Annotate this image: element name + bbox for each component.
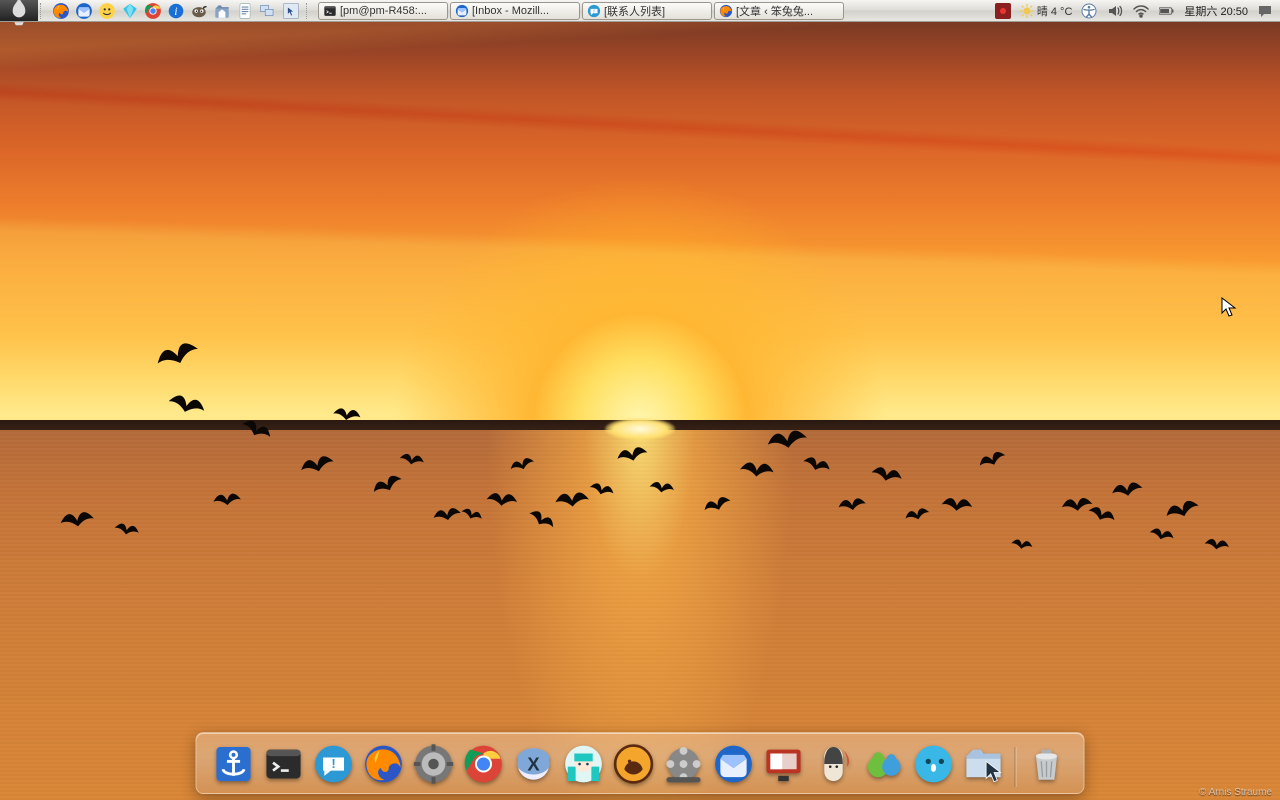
bird-silhouette — [1203, 535, 1232, 553]
bird-silhouette — [112, 519, 142, 539]
dock: !X — [196, 732, 1085, 794]
record-indicator-icon[interactable] — [994, 2, 1012, 20]
video-player-icon[interactable] — [661, 741, 707, 787]
bird-silhouette — [397, 450, 426, 469]
bird-silhouette — [1161, 494, 1203, 524]
bird-silhouette — [869, 462, 906, 487]
display-settings-icon[interactable] — [761, 741, 807, 787]
desktop-wallpaper[interactable]: © Arnis Straume — [0, 0, 1280, 800]
bird-silhouette — [368, 469, 406, 500]
bird-silhouette — [700, 491, 734, 517]
svg-text:!: ! — [331, 756, 335, 771]
bird-silhouette — [800, 452, 834, 477]
xchat-icon[interactable]: X — [511, 741, 557, 787]
pointer-tool-icon[interactable] — [280, 1, 302, 21]
terminal-icon[interactable] — [261, 741, 307, 787]
bird-silhouette — [331, 404, 364, 424]
bird-silhouette — [1147, 524, 1177, 545]
firefox-icon[interactable] — [50, 1, 72, 21]
miku-icon[interactable] — [561, 741, 607, 787]
bird-silhouette — [296, 450, 337, 479]
firefox-icon — [719, 4, 733, 18]
bird-silhouette — [587, 479, 617, 500]
battery-icon[interactable] — [1158, 2, 1176, 20]
thunderbird-icon[interactable] — [73, 1, 95, 21]
main-menu-button[interactable] — [0, 0, 38, 21]
bird-silhouette — [836, 494, 869, 514]
document-icon[interactable] — [234, 1, 256, 21]
bird-silhouette — [211, 490, 243, 509]
gimp-icon[interactable] — [188, 1, 210, 21]
top-panel: i [pm@pm-R458:...[Inbox - Mozill...![联系人… — [0, 0, 1280, 22]
clock-applet[interactable]: 星期六 20:50 — [1184, 3, 1248, 19]
bird-silhouette — [164, 388, 209, 419]
terminal-icon — [323, 4, 337, 18]
bird-silhouette — [553, 488, 592, 511]
taskbar-item[interactable]: [Inbox - Mozill... — [450, 2, 580, 20]
taskbar-item-label: [文章 ‹ 笨兔兔... — [736, 3, 813, 19]
weather-text: 晴 4 °C — [1037, 3, 1073, 19]
bird-silhouette — [238, 414, 276, 445]
taskbar-item[interactable]: [pm@pm-R458:... — [318, 2, 448, 20]
thunderbird-icon — [455, 4, 469, 18]
bird-silhouette — [1009, 536, 1035, 553]
bird-silhouette — [614, 442, 651, 467]
bird-silhouette — [902, 504, 932, 525]
bird-silhouette — [150, 334, 203, 374]
chrome-icon[interactable] — [142, 1, 164, 21]
file-manager-pointer-icon[interactable] — [961, 741, 1007, 787]
info-icon[interactable]: i — [165, 1, 187, 21]
system-settings-icon[interactable] — [411, 741, 457, 787]
bird-silhouette — [459, 504, 486, 524]
msn-icon[interactable] — [861, 741, 907, 787]
user-icon[interactable] — [911, 741, 957, 787]
weather-applet[interactable]: 晴 4 °C — [1020, 3, 1073, 19]
bird-silhouette — [763, 424, 811, 455]
trash-icon[interactable] — [1024, 741, 1070, 787]
bird-silhouette — [57, 507, 97, 532]
taskbar-item-label: [联系人列表] — [604, 3, 665, 19]
apache-icon[interactable] — [811, 741, 857, 787]
taskbar-item[interactable]: [文章 ‹ 笨兔兔... — [714, 2, 844, 20]
bird-silhouette — [939, 494, 974, 515]
taskbar-item-label: [Inbox - Mozill... — [472, 5, 549, 17]
bird-silhouette — [975, 446, 1009, 472]
anchor-app-icon[interactable] — [211, 741, 257, 787]
chrome-icon[interactable] — [461, 741, 507, 787]
firefox-icon[interactable] — [361, 741, 407, 787]
bird-silhouette — [507, 453, 537, 475]
bird-silhouette — [1085, 501, 1119, 527]
wallpaper-credit: © Arnis Straume — [1199, 787, 1272, 798]
bird-silhouette — [648, 478, 677, 496]
thunderbird-icon[interactable] — [711, 741, 757, 787]
taskbar-item-label: [pm@pm-R458:... — [340, 5, 427, 17]
bird-silhouette — [1109, 477, 1146, 501]
svg-text:X: X — [527, 754, 540, 775]
wifi-icon[interactable] — [1132, 2, 1150, 20]
bird-silhouette — [738, 458, 777, 481]
window-list-icon[interactable] — [257, 1, 279, 21]
svg-text:i: i — [174, 5, 177, 17]
bird-silhouette — [484, 489, 519, 510]
pidgin-icon[interactable] — [96, 1, 118, 21]
accessibility-icon[interactable] — [1080, 2, 1098, 20]
diamond-icon[interactable] — [119, 1, 141, 21]
empathy-icon: ! — [587, 4, 601, 18]
empathy-icon[interactable]: ! — [311, 741, 357, 787]
taskbar-item[interactable]: ![联系人列表] — [582, 2, 712, 20]
grooveshark-icon[interactable] — [611, 741, 657, 787]
notification-bubble-icon[interactable] — [1256, 2, 1274, 20]
home-folder-icon[interactable] — [211, 1, 233, 21]
volume-icon[interactable] — [1106, 2, 1124, 20]
